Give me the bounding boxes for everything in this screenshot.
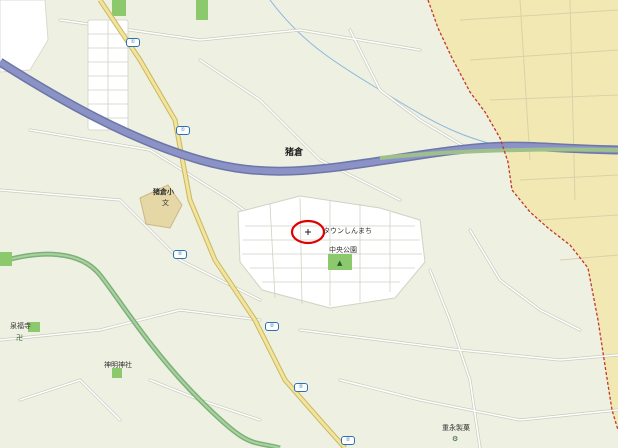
map-canvas[interactable]: ① ① ② ② ② ② 猪倉 猪倉小 文 タウンしんまち 中央公園 ▲ 神明神社… bbox=[0, 0, 618, 448]
town-label: タウンしんまち bbox=[323, 227, 372, 235]
route-shield: ① bbox=[176, 126, 190, 135]
route-shield: ② bbox=[294, 383, 308, 392]
park-icon: ▲ bbox=[337, 259, 343, 267]
shrine-label: 神明神社 bbox=[104, 361, 132, 369]
school-label: 猪倉小 bbox=[153, 188, 174, 196]
temple-label: 泉福寺 bbox=[10, 322, 31, 330]
route-shield: ② bbox=[265, 322, 279, 331]
route-shield: ① bbox=[126, 38, 140, 47]
factory-icon: ⚙ bbox=[452, 435, 459, 443]
school-icon: 文 bbox=[162, 199, 169, 207]
temple-icon: 卍 bbox=[16, 334, 23, 342]
route-shield: ② bbox=[173, 250, 187, 259]
facility-label: 重永製菓 bbox=[442, 424, 470, 432]
route-shield: ② bbox=[341, 436, 355, 445]
area-label-inokura: 猪倉 bbox=[285, 148, 304, 158]
park-label: 中央公園 bbox=[329, 246, 357, 254]
map-svg bbox=[0, 0, 618, 448]
